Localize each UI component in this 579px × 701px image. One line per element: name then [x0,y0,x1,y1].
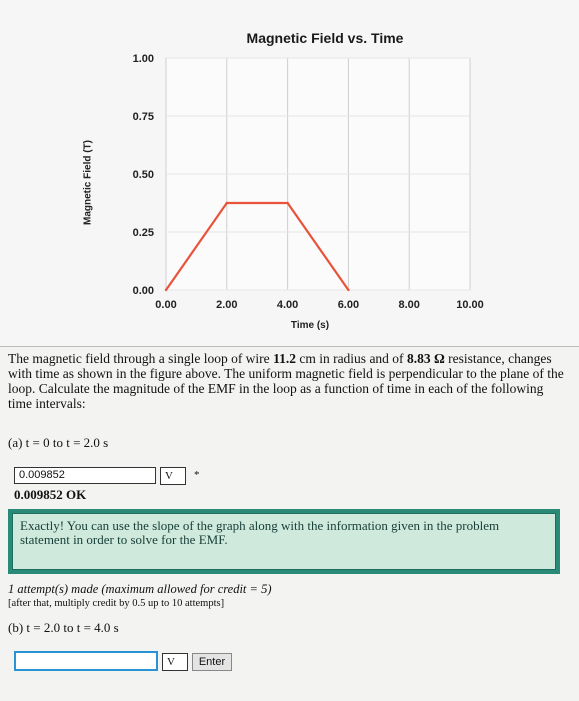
feedback-box: Exactly! You can use the slope of the gr… [8,509,560,574]
part-a-unit-button[interactable]: V [160,467,186,485]
statement-text-2: cm in radius and of [295,351,407,366]
series-point [347,288,350,292]
x-tick-label: 2.00 [216,299,237,311]
part-b-answer-input[interactable] [14,651,158,671]
part-a-answer-input[interactable]: 0.009852 [14,467,156,484]
problem-panel: The magnetic field through a single loop… [0,346,579,701]
problem-statement: The magnetic field through a single loop… [8,351,570,411]
enter-button[interactable]: Enter [192,653,232,671]
y-axis-label: Magnetic Field (T) [82,140,94,225]
part-b-label: (b) t = 2.0 to t = 4.0 s [8,620,119,635]
chart-title: Magnetic Field vs. Time [246,30,404,46]
y-tick-label: 0.50 [133,169,154,181]
y-tick-label: 1.00 [133,53,154,65]
part-b-unit-button[interactable]: V [162,653,188,671]
series-point [164,288,168,292]
attempts-note: [after that, multiply credit by 0.5 up t… [8,598,225,609]
statement-text-1: The magnetic field through a single loop… [8,351,274,366]
y-tick-label: 0.00 [133,285,154,297]
x-tick-label: 10.00 [456,299,484,311]
chart-panel: 0.00 0.25 0.50 0.75 1.00 0.00 2.00 4.00 6.00 8.00… [0,0,579,346]
resistance-value: 8.83 Ω [406,351,445,366]
part-a-star: * [194,469,200,481]
radius-value: 11.2 [273,351,296,366]
x-tick-label: 4.00 [277,299,298,311]
x-axis-label: Time (s) [290,320,330,331]
feedback-text: Exactly! You can use the slope of the gr… [12,513,556,570]
series-point [225,201,228,205]
attempts-text: 1 attempt(s) made (maximum allowed for c… [8,582,272,596]
part-a-label: (a) t = 0 to t = 2.0 s [8,435,109,450]
x-tick-label: 8.00 [398,299,419,311]
part-a-ok-status: 0.009852 OK [14,487,87,502]
y-tick-label: 0.25 [133,227,154,239]
series-point [286,201,289,205]
y-tick-label: 0.75 [133,111,154,123]
x-tick-label: 6.00 [338,299,359,311]
x-tick-label: 0.00 [155,299,176,311]
